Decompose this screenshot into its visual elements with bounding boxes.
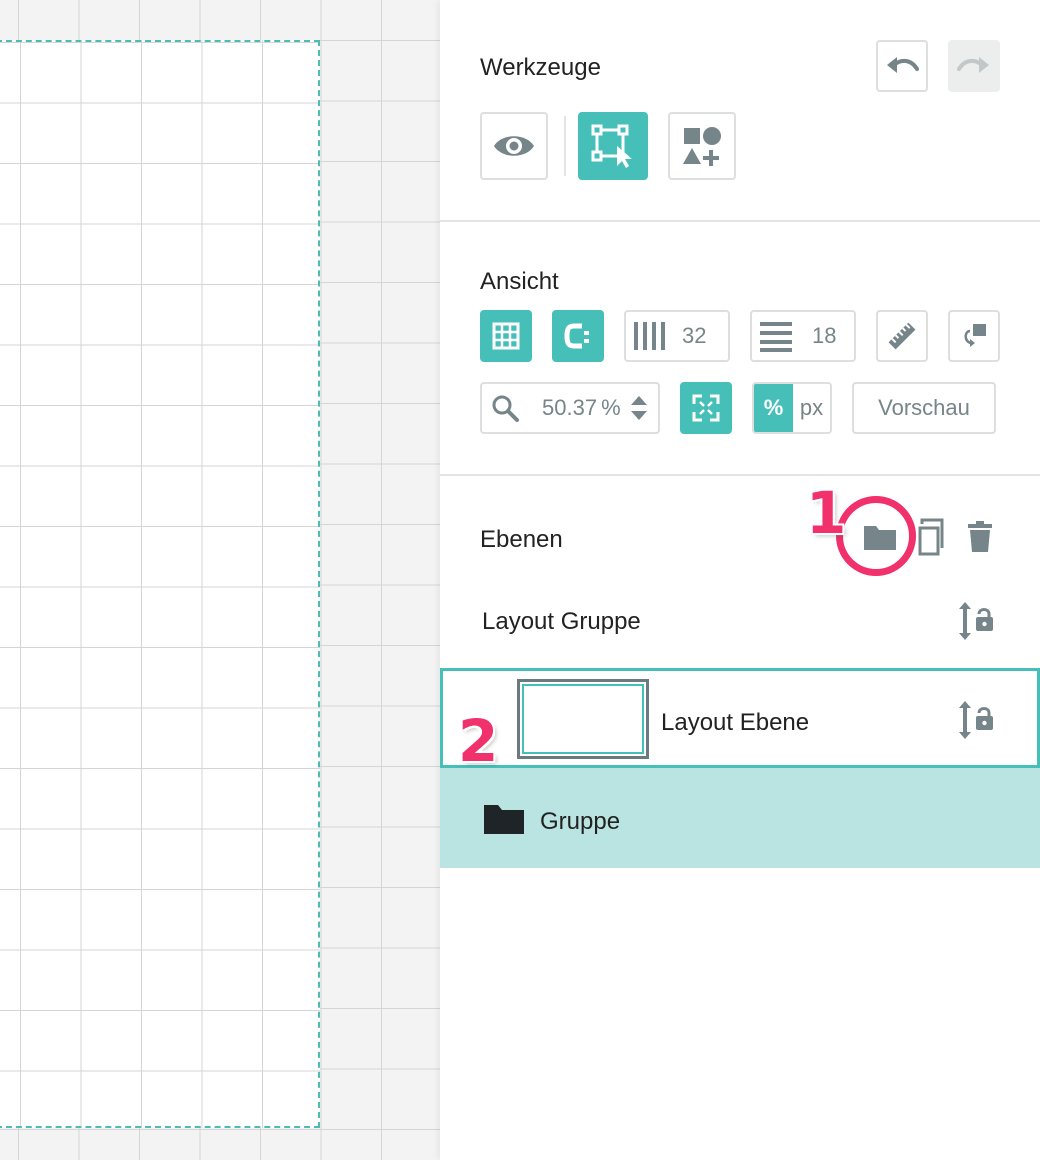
side-panel: Werkzeuge Ansicht 32 18 50.37 % % px Vor… <box>440 0 1040 1160</box>
view-title: Ansicht <box>480 268 559 295</box>
snap-toggle-button[interactable] <box>552 310 604 362</box>
redo-button[interactable] <box>948 40 1000 92</box>
layer-label: Gruppe <box>540 808 621 835</box>
select-tool-button[interactable] <box>578 112 648 180</box>
folder-icon <box>484 805 524 834</box>
layer-label: Layout Ebene <box>661 709 810 736</box>
redo-icon <box>957 57 989 73</box>
fit-to-screen-button[interactable] <box>680 382 732 434</box>
add-shape-icon <box>683 127 721 166</box>
fit-screen-icon <box>692 394 720 422</box>
preview-button[interactable]: Vorschau <box>852 382 996 434</box>
preview-mode-button[interactable] <box>480 112 548 180</box>
grid-toggle-button[interactable] <box>480 310 532 362</box>
search-icon <box>492 395 519 422</box>
divider <box>440 220 1040 222</box>
unit-percent-option[interactable]: % <box>754 384 793 432</box>
duplicate-icon[interactable] <box>916 518 948 558</box>
lock-position-icon[interactable] <box>956 600 996 642</box>
artboard[interactable] <box>0 40 320 1128</box>
columns-field[interactable]: 32 <box>624 310 730 362</box>
unit-px-option[interactable]: px <box>792 384 830 432</box>
layer-row-gruppe[interactable]: Gruppe <box>440 768 1040 868</box>
tools-separator <box>564 116 566 176</box>
eye-icon <box>494 136 534 156</box>
magnet-icon <box>564 323 589 349</box>
tools-title: Werkzeuge <box>480 54 601 81</box>
stepper-icon[interactable] <box>629 393 649 423</box>
annotation-marker-1: 1 <box>806 479 847 547</box>
layer-label: Layout Gruppe <box>482 608 641 635</box>
guides-toggle-button[interactable] <box>948 310 1000 362</box>
undo-button[interactable] <box>876 40 928 92</box>
layer-row-layout-gruppe[interactable]: Layout Gruppe <box>440 580 1040 662</box>
layer-thumbnail <box>517 679 649 759</box>
ruler-icon <box>888 322 916 350</box>
undo-icon <box>887 57 919 73</box>
grid-icon <box>492 322 520 350</box>
rows-icon <box>760 322 792 352</box>
canvas-area[interactable] <box>0 0 440 1160</box>
zoom-field[interactable]: 50.37 % <box>480 382 660 434</box>
trash-icon[interactable] <box>966 520 994 554</box>
annotation-marker-2: 2 <box>458 707 499 775</box>
zoom-unit: % <box>601 395 621 420</box>
rows-value: 18 <box>812 323 837 348</box>
rows-field[interactable]: 18 <box>750 310 856 362</box>
layer-row-layout-ebene[interactable]: Layout Ebene <box>440 668 1040 768</box>
columns-icon <box>634 322 665 350</box>
layers-title: Ebenen <box>480 526 563 553</box>
lock-position-icon[interactable] <box>956 699 996 741</box>
annotation-circle <box>836 496 916 576</box>
add-shape-button[interactable] <box>668 112 736 180</box>
move-to-front-icon <box>964 324 986 347</box>
ruler-toggle-button[interactable] <box>876 310 928 362</box>
select-transform-icon <box>591 124 632 168</box>
divider <box>440 474 1040 476</box>
columns-value: 32 <box>682 323 707 348</box>
unit-toggle[interactable]: % px <box>752 382 832 434</box>
zoom-value: 50.37 <box>542 395 598 420</box>
